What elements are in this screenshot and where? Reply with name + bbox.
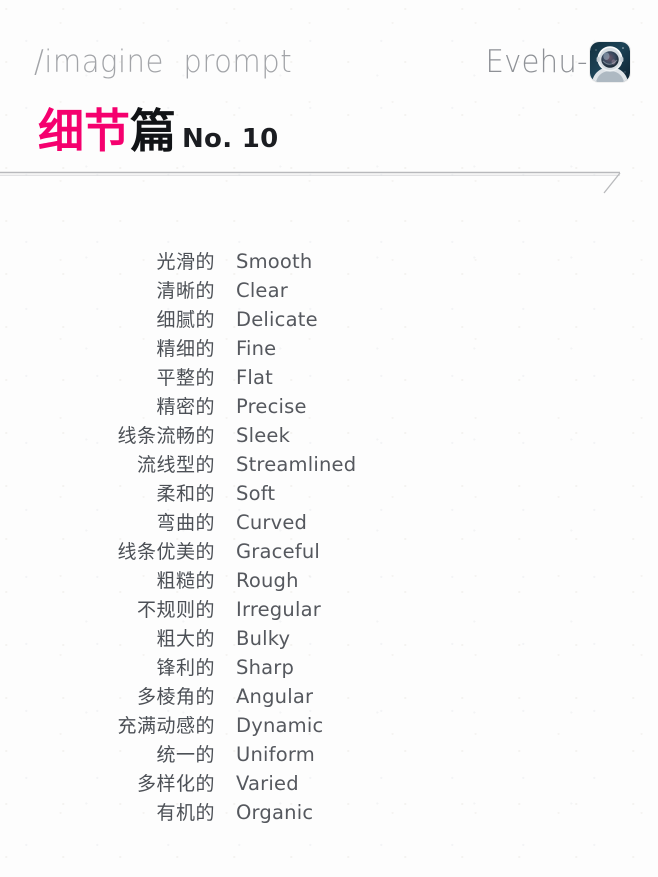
term-english: Precise bbox=[236, 395, 307, 418]
brand-name-label: Evehu- bbox=[485, 44, 588, 80]
list-item: 细腻的 Delicate bbox=[0, 305, 658, 334]
list-item: 线条优美的 Graceful bbox=[0, 537, 658, 566]
title-chinese-dark: 篇 bbox=[130, 104, 176, 158]
list-item: 精密的 Precise bbox=[0, 392, 658, 421]
term-chinese: 线条流畅的 bbox=[117, 425, 215, 447]
term-english: Soft bbox=[236, 482, 276, 505]
term-english: Rough bbox=[236, 569, 299, 592]
term-chinese: 粗糙的 bbox=[156, 570, 215, 592]
term-chinese: 多样化的 bbox=[136, 773, 215, 795]
astronaut-avatar-icon bbox=[590, 42, 630, 82]
term-chinese: 清晰的 bbox=[156, 280, 215, 302]
list-item: 有机的 Organic bbox=[0, 798, 658, 827]
list-item: 光滑的 Smooth bbox=[0, 247, 658, 276]
term-english: Smooth bbox=[236, 250, 313, 273]
imagine-prompt-label: /imagine prompt bbox=[34, 44, 293, 80]
page-title: 细节篇 No. 10 bbox=[38, 108, 279, 154]
page-header: /imagine prompt Evehu- bbox=[0, 36, 658, 88]
term-english: Organic bbox=[236, 801, 314, 824]
term-chinese: 光滑的 bbox=[156, 251, 215, 273]
term-chinese: 锋利的 bbox=[156, 657, 215, 679]
term-english: Streamlined bbox=[236, 453, 357, 476]
list-item: 多样化的 Varied bbox=[0, 769, 658, 798]
term-chinese: 柔和的 bbox=[156, 483, 215, 505]
list-item: 粗大的 Bulky bbox=[0, 624, 658, 653]
title-chinese-pink: 细节 bbox=[38, 104, 130, 158]
term-english: Delicate bbox=[236, 308, 318, 331]
list-item: 多棱角的 Angular bbox=[0, 682, 658, 711]
term-chinese: 有机的 bbox=[156, 802, 215, 824]
list-item: 流线型的 Streamlined bbox=[0, 450, 658, 479]
term-english: Bulky bbox=[236, 627, 291, 650]
vocabulary-list: 光滑的 Smooth 清晰的 Clear 细腻的 Delicate 精细的 Fine 平整的 Fl… bbox=[0, 247, 658, 827]
term-chinese: 平整的 bbox=[156, 367, 215, 389]
term-chinese: 多棱角的 bbox=[136, 686, 215, 708]
term-chinese: 线条优美的 bbox=[117, 541, 215, 563]
list-item: 清晰的 Clear bbox=[0, 276, 658, 305]
term-english: Angular bbox=[236, 685, 314, 708]
list-item: 柔和的 Soft bbox=[0, 479, 658, 508]
term-chinese: 细腻的 bbox=[156, 309, 215, 331]
list-item: 不规则的 Irregular bbox=[0, 595, 658, 624]
term-english: Fine bbox=[236, 337, 277, 360]
term-chinese: 精细的 bbox=[156, 338, 215, 360]
list-item: 充满动感的 Dynamic bbox=[0, 711, 658, 740]
list-item: 锋利的 Sharp bbox=[0, 653, 658, 682]
brand-block: Evehu- bbox=[479, 42, 630, 82]
list-item: 平整的 Flat bbox=[0, 363, 658, 392]
term-english: Uniform bbox=[236, 743, 315, 766]
term-english: Sharp bbox=[236, 656, 295, 679]
list-item: 精细的 Fine bbox=[0, 334, 658, 363]
title-issue-number: No. 10 bbox=[182, 124, 279, 154]
term-english: Dynamic bbox=[236, 714, 324, 737]
list-item: 粗糙的 Rough bbox=[0, 566, 658, 595]
list-item: 弯曲的 Curved bbox=[0, 508, 658, 537]
term-chinese: 不规则的 bbox=[136, 599, 215, 621]
section-divider bbox=[0, 168, 658, 204]
term-chinese: 弯曲的 bbox=[156, 512, 215, 534]
list-item: 线条流畅的 Sleek bbox=[0, 421, 658, 450]
list-item: 统一的 Uniform bbox=[0, 740, 658, 769]
term-chinese: 粗大的 bbox=[156, 628, 215, 650]
term-chinese: 精密的 bbox=[156, 396, 215, 418]
title-chinese: 细节篇 bbox=[38, 108, 176, 154]
term-english: Graceful bbox=[236, 540, 321, 563]
term-english: Curved bbox=[236, 511, 308, 534]
term-chinese: 流线型的 bbox=[136, 454, 215, 476]
term-english: Sleek bbox=[236, 424, 291, 447]
term-english: Irregular bbox=[236, 598, 321, 621]
term-english: Varied bbox=[236, 772, 299, 795]
term-chinese: 统一的 bbox=[156, 744, 215, 766]
term-english: Flat bbox=[236, 366, 274, 389]
term-english: Clear bbox=[236, 279, 288, 302]
term-chinese: 充满动感的 bbox=[117, 715, 215, 737]
